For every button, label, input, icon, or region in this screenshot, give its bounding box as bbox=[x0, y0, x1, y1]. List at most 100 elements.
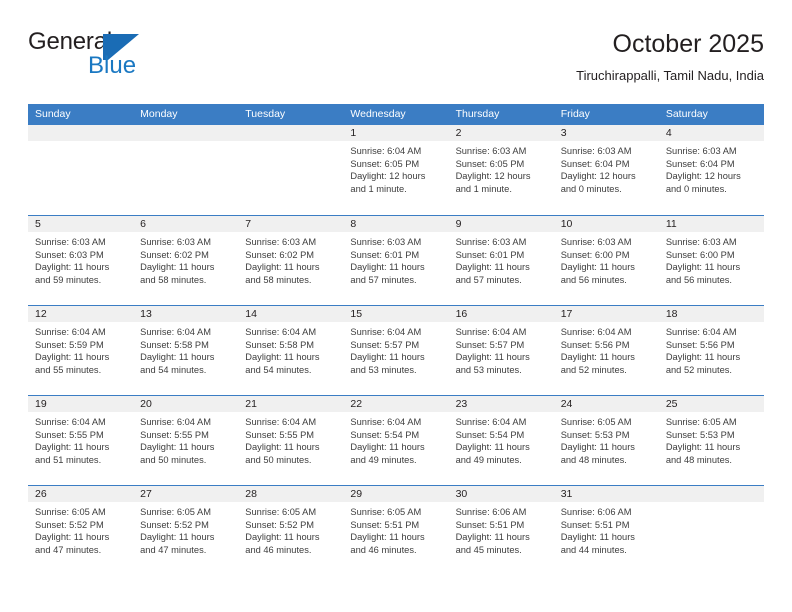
day-info-line: Daylight: 11 hours bbox=[665, 352, 741, 363]
day-cell-16[interactable]: 16 Sunrise: 6:04 AM Sunset: 5:57 PM Dayligh… bbox=[448, 306, 554, 395]
day-number: 23 bbox=[448, 396, 554, 412]
day-info-line: and 0 minutes. bbox=[665, 183, 727, 194]
day-cell-empty bbox=[133, 125, 239, 215]
day-number: 29 bbox=[343, 486, 449, 502]
day-info-line: Sunset: 6:00 PM bbox=[665, 249, 735, 260]
day-info-line: and 49 minutes. bbox=[455, 454, 522, 465]
day-sun-info: Sunrise: 6:05 AM Sunset: 5:52 PM Daylight:… bbox=[28, 502, 133, 556]
day-number: 13 bbox=[133, 306, 239, 322]
day-info-line: and 55 minutes. bbox=[35, 364, 102, 375]
weekday-header-sunday: Sunday bbox=[35, 108, 71, 120]
day-cell-18[interactable]: 18 Sunrise: 6:04 AM Sunset: 5:56 PM Dayligh… bbox=[658, 306, 764, 395]
day-info-line: Sunrise: 6:03 AM bbox=[665, 146, 737, 156]
day-info-line: and 54 minutes. bbox=[140, 364, 207, 375]
day-info-line: Sunrise: 6:05 AM bbox=[245, 507, 317, 517]
day-cell-11[interactable]: 11 Sunrise: 6:03 AM Sunset: 6:00 PM Dayligh… bbox=[658, 216, 764, 305]
day-info-line: Sunrise: 6:04 AM bbox=[560, 327, 632, 337]
day-info-line: Sunrise: 6:06 AM bbox=[455, 507, 527, 517]
day-info-line: and 54 minutes. bbox=[245, 364, 312, 375]
day-info-line: Sunrise: 6:05 AM bbox=[665, 417, 737, 427]
day-cell-4[interactable]: 4 Sunrise: 6:03 AM Sunset: 6:04 PM Daylight… bbox=[658, 125, 764, 215]
day-info-line: and 49 minutes. bbox=[350, 454, 417, 465]
day-info-line: Daylight: 11 hours bbox=[245, 262, 320, 273]
day-sun-info: Sunrise: 6:03 AM Sunset: 6:02 PM Daylight:… bbox=[238, 232, 343, 286]
day-info-line: Daylight: 11 hours bbox=[245, 442, 320, 453]
day-cell-31[interactable]: 31 Sunrise: 6:06 AM Sunset: 5:51 PM Dayligh… bbox=[553, 486, 659, 575]
day-info-line: Daylight: 11 hours bbox=[35, 262, 110, 273]
day-info-line: Daylight: 12 hours bbox=[455, 171, 531, 182]
day-info-line: Daylight: 11 hours bbox=[665, 262, 741, 273]
day-cell-9[interactable]: 9 Sunrise: 6:03 AM Sunset: 6:01 PM Daylight… bbox=[448, 216, 554, 305]
day-cell-24[interactable]: 24 Sunrise: 6:05 AM Sunset: 5:53 PM Dayligh… bbox=[553, 396, 659, 485]
day-info-line: Daylight: 12 hours bbox=[350, 171, 426, 182]
day-cell-3[interactable]: 3 Sunrise: 6:03 AM Sunset: 6:04 PM Daylight… bbox=[553, 125, 659, 215]
day-cell-21[interactable]: 21 Sunrise: 6:04 AM Sunset: 5:55 PM Dayligh… bbox=[238, 396, 344, 485]
day-number bbox=[133, 125, 239, 141]
day-info-line: Sunset: 5:57 PM bbox=[350, 339, 420, 350]
day-cell-5[interactable]: 5 Sunrise: 6:03 AM Sunset: 6:03 PM Daylight… bbox=[28, 216, 134, 305]
day-cell-30[interactable]: 30 Sunrise: 6:06 AM Sunset: 5:51 PM Dayligh… bbox=[448, 486, 554, 575]
day-number: 28 bbox=[238, 486, 344, 502]
day-cell-26[interactable]: 26 Sunrise: 6:05 AM Sunset: 5:52 PM Dayligh… bbox=[28, 486, 134, 575]
day-info-line: Sunrise: 6:03 AM bbox=[560, 146, 632, 156]
day-info-line: and 50 minutes. bbox=[245, 454, 312, 465]
day-number: 6 bbox=[133, 216, 239, 232]
day-info-line: Sunrise: 6:04 AM bbox=[350, 417, 422, 427]
day-sun-info: Sunrise: 6:05 AM Sunset: 5:52 PM Daylight:… bbox=[238, 502, 343, 556]
day-number: 25 bbox=[658, 396, 764, 412]
day-number: 19 bbox=[28, 396, 134, 412]
day-info-line: Daylight: 11 hours bbox=[140, 262, 215, 273]
day-info-line: and 48 minutes. bbox=[560, 454, 627, 465]
day-info-line: Sunrise: 6:03 AM bbox=[350, 237, 422, 247]
day-info-line: Sunrise: 6:05 AM bbox=[140, 507, 211, 517]
day-info-line: Sunrise: 6:04 AM bbox=[140, 327, 211, 337]
day-info-line: Sunset: 5:52 PM bbox=[35, 519, 104, 530]
day-sun-info: Sunrise: 6:04 AM Sunset: 5:57 PM Daylight:… bbox=[343, 322, 448, 376]
day-sun-info: Sunrise: 6:04 AM Sunset: 5:58 PM Daylight:… bbox=[133, 322, 238, 376]
day-info-line: Sunrise: 6:04 AM bbox=[35, 417, 106, 427]
page-title: October 2025 bbox=[612, 30, 765, 58]
day-info-line: Sunset: 5:56 PM bbox=[665, 339, 735, 350]
title-block: October 2025 Tiruchirappalli, Tamil Nadu… bbox=[576, 28, 764, 86]
day-cell-12[interactable]: 12 Sunrise: 6:04 AM Sunset: 5:59 PM Dayligh… bbox=[28, 306, 134, 395]
day-cell-27[interactable]: 27 Sunrise: 6:05 AM Sunset: 5:52 PM Dayligh… bbox=[133, 486, 239, 575]
day-info-line: and 46 minutes. bbox=[245, 544, 312, 555]
day-info-line: Sunrise: 6:03 AM bbox=[455, 237, 527, 247]
day-sun-info: Sunrise: 6:05 AM Sunset: 5:53 PM Daylight:… bbox=[659, 412, 764, 466]
day-cell-10[interactable]: 10 Sunrise: 6:03 AM Sunset: 6:00 PM Dayligh… bbox=[553, 216, 659, 305]
day-cell-29[interactable]: 29 Sunrise: 6:05 AM Sunset: 5:51 PM Dayligh… bbox=[343, 486, 449, 575]
day-cell-22[interactable]: 22 Sunrise: 6:04 AM Sunset: 5:54 PM Dayligh… bbox=[343, 396, 449, 485]
day-info-line: Daylight: 11 hours bbox=[455, 352, 530, 363]
weekday-header-row: Sunday Monday Tuesday Wednesday Thursday Frid… bbox=[28, 104, 764, 125]
day-cell-6[interactable]: 6 Sunrise: 6:03 AM Sunset: 6:02 PM Daylight… bbox=[133, 216, 239, 305]
day-info-line: Sunset: 5:58 PM bbox=[245, 339, 315, 350]
day-cell-15[interactable]: 15 Sunrise: 6:04 AM Sunset: 5:57 PM Dayligh… bbox=[343, 306, 449, 395]
day-number bbox=[238, 125, 344, 141]
day-info-line: and 59 minutes. bbox=[35, 274, 102, 285]
day-info-line: Sunset: 5:54 PM bbox=[455, 429, 525, 440]
day-cell-20[interactable]: 20 Sunrise: 6:04 AM Sunset: 5:55 PM Dayligh… bbox=[133, 396, 239, 485]
day-info-line: Sunset: 6:01 PM bbox=[350, 249, 420, 260]
day-cell-14[interactable]: 14 Sunrise: 6:04 AM Sunset: 5:58 PM Dayligh… bbox=[238, 306, 344, 395]
day-cell-2[interactable]: 2 Sunrise: 6:03 AM Sunset: 6:05 PM Daylight… bbox=[448, 125, 554, 215]
day-info-line: and 57 minutes. bbox=[350, 274, 417, 285]
day-cell-19[interactable]: 19 Sunrise: 6:04 AM Sunset: 5:55 PM Dayligh… bbox=[28, 396, 134, 485]
day-cell-28[interactable]: 28 Sunrise: 6:05 AM Sunset: 5:52 PM Dayligh… bbox=[238, 486, 344, 575]
day-number: 1 bbox=[343, 125, 449, 141]
day-info-line: Sunset: 5:55 PM bbox=[140, 429, 209, 440]
day-cell-17[interactable]: 17 Sunrise: 6:04 AM Sunset: 5:56 PM Dayligh… bbox=[553, 306, 659, 395]
day-sun-info: Sunrise: 6:03 AM Sunset: 6:02 PM Daylight:… bbox=[133, 232, 238, 286]
day-sun-info: Sunrise: 6:03 AM Sunset: 6:04 PM Daylight:… bbox=[554, 141, 659, 195]
day-cell-23[interactable]: 23 Sunrise: 6:04 AM Sunset: 5:54 PM Dayligh… bbox=[448, 396, 554, 485]
day-info-line: Sunset: 6:04 PM bbox=[560, 158, 630, 169]
day-info-line: Sunrise: 6:04 AM bbox=[245, 417, 317, 427]
day-info-line: and 56 minutes. bbox=[665, 274, 732, 285]
day-info-line: Daylight: 11 hours bbox=[665, 442, 741, 453]
day-cell-7[interactable]: 7 Sunrise: 6:03 AM Sunset: 6:02 PM Daylight… bbox=[238, 216, 344, 305]
day-info-line: Sunset: 6:05 PM bbox=[455, 158, 525, 169]
day-cell-25[interactable]: 25 Sunrise: 6:05 AM Sunset: 5:53 PM Dayligh… bbox=[658, 396, 764, 485]
brand-logo[interactable]: General Blue bbox=[28, 28, 288, 90]
day-cell-1[interactable]: 1 Sunrise: 6:04 AM Sunset: 6:05 PM Daylight… bbox=[343, 125, 449, 215]
day-cell-8[interactable]: 8 Sunrise: 6:03 AM Sunset: 6:01 PM Daylight… bbox=[343, 216, 449, 305]
day-cell-13[interactable]: 13 Sunrise: 6:04 AM Sunset: 5:58 PM Dayligh… bbox=[133, 306, 239, 395]
